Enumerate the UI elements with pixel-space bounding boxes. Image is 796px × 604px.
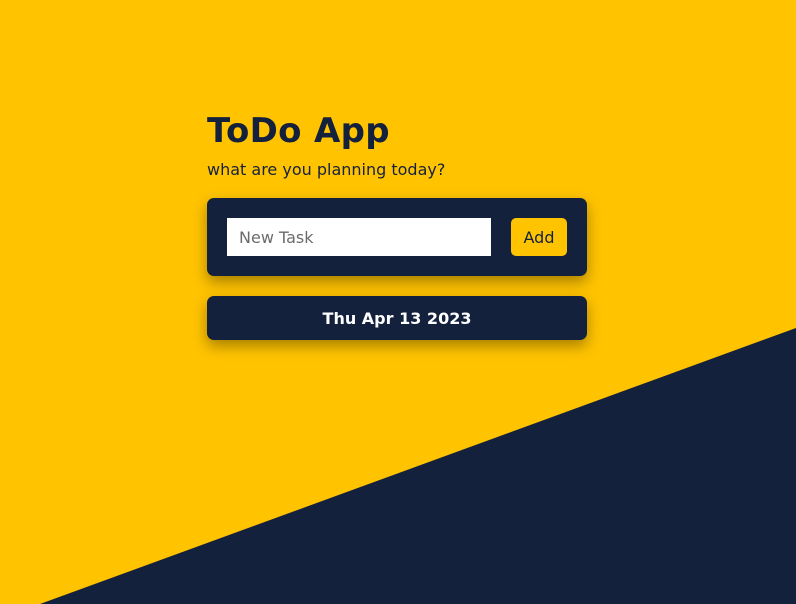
date-display: Thu Apr 13 2023: [207, 296, 587, 340]
app-subtitle: what are you planning today?: [207, 160, 446, 179]
add-task-button[interactable]: Add: [511, 218, 567, 256]
app-title: ToDo App: [207, 111, 390, 151]
current-date: Thu Apr 13 2023: [322, 308, 472, 328]
new-task-input[interactable]: [227, 218, 491, 256]
todo-container: ToDo App what are you planning today? Ad…: [207, 110, 587, 340]
new-task-form: Add: [207, 198, 587, 276]
